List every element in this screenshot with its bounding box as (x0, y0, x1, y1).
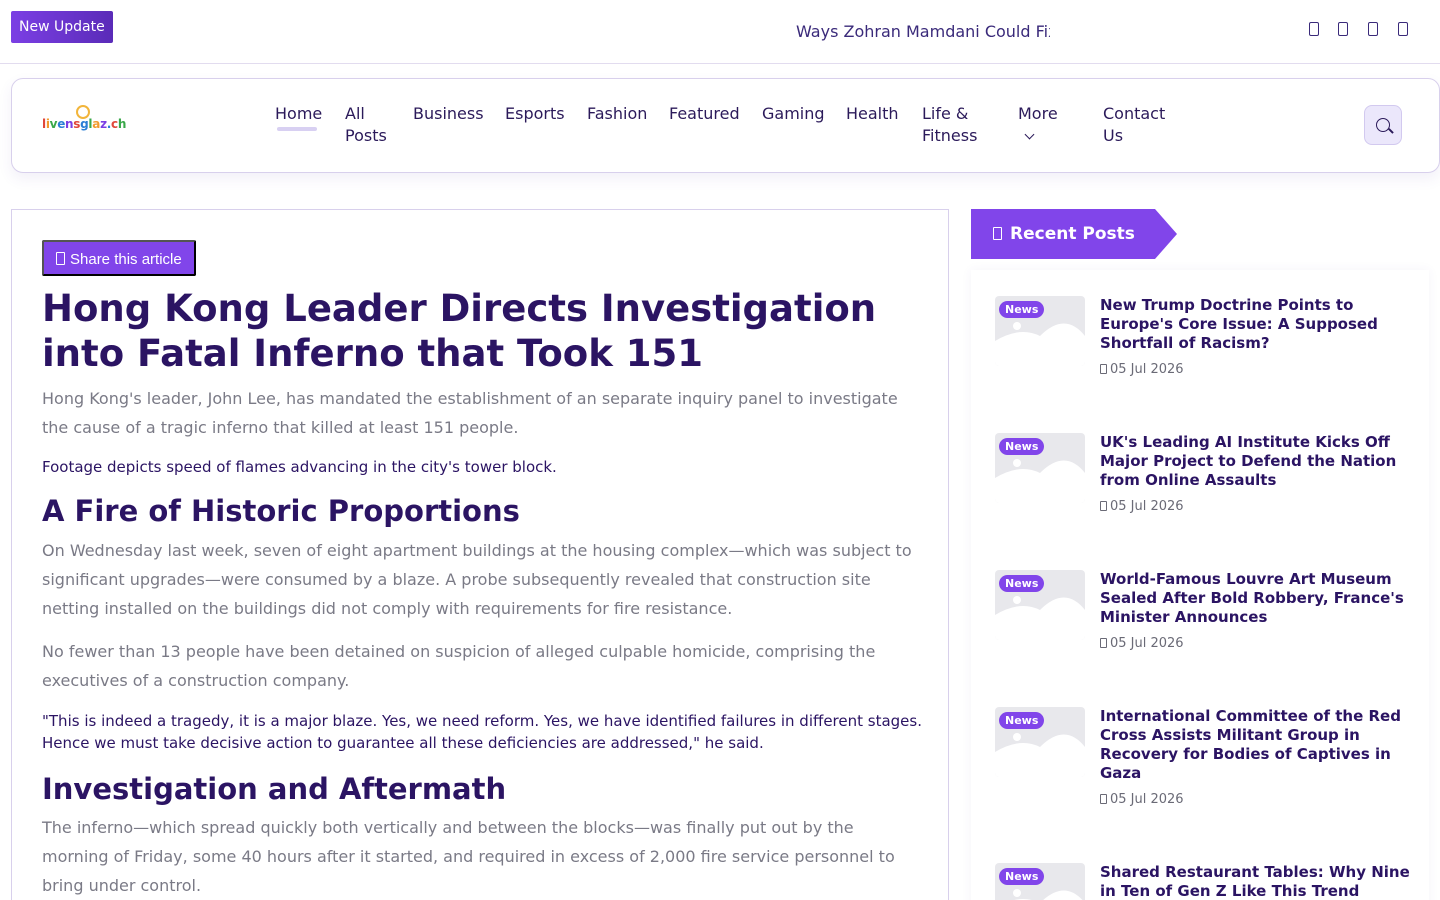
share-article-button[interactable]: Share this article (42, 240, 196, 276)
article-lead: Hong Kong's leader, John Lee, has mandat… (42, 389, 898, 437)
nav-more-label: More (1018, 104, 1058, 123)
nav-gaming[interactable]: Gaming (762, 103, 825, 125)
calendar-icon (1100, 501, 1107, 511)
youtube-icon[interactable] (1396, 22, 1410, 40)
category-tag[interactable]: News (999, 575, 1045, 592)
news-ticker[interactable]: Ways Zohran Mamdani Could Fix New York (796, 20, 1050, 44)
post-date: 05 Jul 2026 (1100, 792, 1184, 808)
share-icon (56, 252, 65, 265)
article-title: Hong Kong Leader Directs Investigation i… (42, 287, 877, 375)
article-paragraph-2: No fewer than 13 people have been detain… (42, 642, 876, 690)
site-logo[interactable]: livensglaz.ch (42, 105, 126, 139)
article-quote: "This is indeed a tragedy, it is a major… (42, 712, 922, 752)
post-thumbnail[interactable]: News (995, 707, 1085, 777)
recent-posts-heading: Recent Posts (971, 209, 1177, 259)
article-paragraph-1: On Wednesday last week, seven of eight a… (42, 541, 912, 618)
post-title[interactable]: UK's Leading AI Institute Kicks Off Majo… (1100, 433, 1410, 490)
chevron-down-icon (1024, 129, 1035, 140)
new-update-badge: New Update (11, 11, 113, 43)
category-tag[interactable]: News (999, 712, 1045, 729)
category-tag[interactable]: News (999, 868, 1045, 885)
category-tag[interactable]: News (999, 301, 1045, 318)
calendar-icon (1100, 364, 1107, 374)
recent-post-item[interactable]: News New Trump Doctrine Points to Europe… (995, 296, 1415, 416)
post-date: 05 Jul 2026 (1100, 362, 1184, 378)
nav-business[interactable]: Business (413, 103, 484, 125)
recent-post-item[interactable]: News UK's Leading AI Institute Kicks Off… (995, 433, 1415, 553)
nav-esports[interactable]: Esports (505, 103, 565, 125)
recent-post-item[interactable]: News Shared Restaurant Tables: Why Nine … (995, 863, 1415, 900)
nav-more[interactable]: More (1018, 103, 1058, 147)
post-date: 05 Jul 2026 (1100, 499, 1184, 515)
top-bar: New Update Ways Zohran Mamdani Could Fix… (0, 0, 1440, 64)
nav-fashion[interactable]: Fashion (587, 103, 647, 125)
nav-all-posts[interactable]: All Posts (345, 103, 395, 147)
article-caption: Footage depicts speed of flames advancin… (42, 458, 557, 476)
post-thumbnail[interactable]: News (995, 570, 1085, 640)
post-title[interactable]: Shared Restaurant Tables: Why Nine in Te… (1100, 863, 1410, 900)
logo-text: livensglaz.ch (42, 117, 127, 131)
article-body: Share this article Hong Kong Leader Dire… (11, 209, 949, 900)
post-title[interactable]: World-Famous Louvre Art Museum Sealed Af… (1100, 570, 1410, 627)
recent-post-item[interactable]: News World-Famous Louvre Art Museum Seal… (995, 570, 1415, 690)
post-thumbnail[interactable]: News (995, 863, 1085, 900)
nav-health[interactable]: Health (846, 103, 899, 125)
post-title[interactable]: International Committee of the Red Cross… (1100, 707, 1410, 783)
post-thumbnail[interactable]: News (995, 433, 1085, 503)
section-heading-1: A Fire of Historic Proportions (42, 494, 520, 528)
twitter-icon[interactable] (1336, 22, 1350, 40)
site-header: livensglaz.ch Home All Posts Business Es… (11, 78, 1440, 173)
article-paragraph-3: The inferno—which spread quickly both ve… (42, 818, 895, 895)
nav-home[interactable]: Home (275, 103, 322, 131)
category-tag[interactable]: News (999, 438, 1045, 455)
nav-featured[interactable]: Featured (669, 103, 740, 125)
calendar-icon (1100, 638, 1107, 648)
nav-life-fitness[interactable]: Life & Fitness (922, 103, 992, 147)
calendar-icon (1100, 794, 1107, 804)
nav-contact-us[interactable]: Contact Us (1103, 103, 1175, 147)
instagram-icon[interactable] (1366, 22, 1380, 40)
section-heading-2: Investigation and Aftermath (42, 772, 507, 806)
facebook-icon[interactable] (1307, 22, 1321, 40)
recent-post-item[interactable]: News International Committee of the Red … (995, 707, 1415, 827)
bookmark-icon (993, 227, 1002, 240)
post-date: 05 Jul 2026 (1100, 636, 1184, 652)
post-title[interactable]: New Trump Doctrine Points to Europe's Co… (1100, 296, 1410, 353)
post-thumbnail[interactable]: News (995, 296, 1085, 366)
search-button[interactable] (1364, 105, 1402, 145)
